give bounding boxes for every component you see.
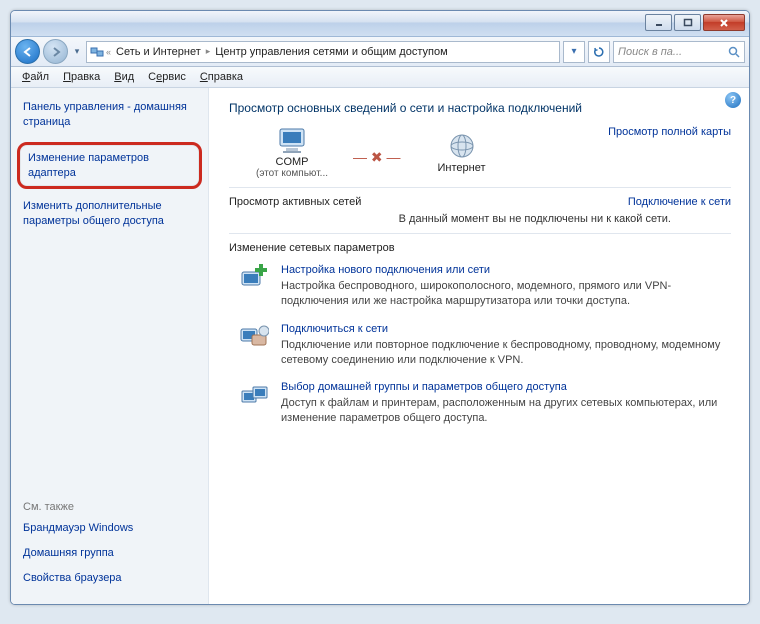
menu-view[interactable]: Вид — [107, 69, 141, 85]
main-panel: ? Просмотр основных сведений о сети и на… — [209, 88, 749, 604]
menubar: Файл Правка Вид Сервис Справка — [11, 67, 749, 88]
connect-network-icon — [239, 323, 269, 353]
search-placeholder: Поиск в па... — [618, 46, 682, 58]
menu-file[interactable]: Файл — [15, 69, 56, 85]
minimize-button[interactable] — [645, 14, 672, 31]
connect-network-link[interactable]: Подключение к сети — [628, 196, 731, 208]
titlebar — [11, 11, 749, 37]
menu-tools[interactable]: Сервис — [141, 69, 193, 85]
option-new-connection[interactable]: Настройка нового подключения или сети На… — [239, 264, 731, 309]
refresh-button[interactable] — [588, 41, 610, 63]
option-homegroup[interactable]: Выбор домашней группы и параметров общег… — [239, 381, 731, 426]
map-node-computer: COMP (этот компьют... — [247, 126, 337, 179]
maximize-button[interactable] — [674, 14, 701, 31]
network-map: COMP (этот компьют... — ✖ — Интернет Про… — [229, 126, 731, 179]
node-label: COMP — [276, 156, 309, 168]
node-label: Интернет — [438, 162, 486, 174]
option-desc: Подключение или повторное подключение к … — [281, 338, 731, 368]
computer-icon — [275, 126, 309, 156]
sidebar-homegroup-link[interactable]: Домашняя группа — [23, 546, 198, 561]
map-node-internet: Интернет — [417, 132, 507, 174]
sidebar-firewall-link[interactable]: Брандмауэр Windows — [23, 521, 198, 536]
window: ▾ « Сеть и Интернет ▸ Центр управления с… — [10, 10, 750, 605]
search-input[interactable]: Поиск в па... — [613, 41, 745, 63]
active-networks-body: В данный момент вы не подключены ни к ка… — [229, 212, 731, 227]
sidebar-adapter-settings[interactable]: Изменение параметров адаптера — [17, 142, 202, 190]
dropdown-button[interactable]: ▾ — [563, 41, 585, 63]
new-connection-icon — [239, 264, 269, 294]
sidebar-sharing-settings[interactable]: Изменить дополнительные параметры общего… — [23, 199, 198, 229]
content-area: Панель управления - домашняя страница Из… — [11, 88, 749, 604]
search-icon — [728, 46, 740, 58]
view-full-map-link[interactable]: Просмотр полной карты — [608, 126, 731, 138]
globe-icon — [447, 132, 477, 162]
option-desc: Настройка беспроводного, широкополосного… — [281, 279, 731, 309]
active-networks-heading: Просмотр активных сетей — [229, 196, 361, 208]
forward-button[interactable] — [43, 39, 68, 64]
address-bar: ▾ « Сеть и Интернет ▸ Центр управления с… — [11, 37, 749, 67]
breadcrumb-chevron-icon: « — [105, 47, 112, 57]
option-connect-network[interactable]: Подключиться к сети Подключение или повт… — [239, 323, 731, 368]
option-title: Выбор домашней группы и параметров общег… — [281, 381, 731, 393]
map-arrow-icon: — ✖ — — [353, 149, 401, 166]
help-icon[interactable]: ? — [725, 92, 741, 108]
sidebar: Панель управления - домашняя страница Из… — [11, 88, 209, 604]
see-also-heading: См. также — [23, 501, 198, 513]
page-title: Просмотр основных сведений о сети и наст… — [229, 100, 731, 116]
breadcrumb-segment[interactable]: Центр управления сетями и общим доступом — [211, 46, 451, 58]
breadcrumb-segment[interactable]: Сеть и Интернет — [112, 46, 205, 58]
menu-help[interactable]: Справка — [193, 69, 250, 85]
sidebar-browser-link[interactable]: Свойства браузера — [23, 571, 198, 586]
location-bar[interactable]: « Сеть и Интернет ▸ Центр управления сет… — [86, 41, 560, 63]
back-button[interactable] — [15, 39, 40, 64]
network-small-icon — [89, 44, 105, 60]
menu-edit[interactable]: Правка — [56, 69, 107, 85]
close-button[interactable] — [703, 14, 745, 31]
option-title: Подключиться к сети — [281, 323, 731, 335]
history-chevron-icon[interactable]: ▾ — [71, 41, 83, 63]
node-sublabel: (этот компьют... — [256, 168, 328, 179]
option-title: Настройка нового подключения или сети — [281, 264, 731, 276]
change-settings-heading: Изменение сетевых параметров — [229, 242, 731, 254]
homegroup-icon — [239, 381, 269, 411]
option-desc: Доступ к файлам и принтерам, расположенн… — [281, 396, 731, 426]
sidebar-home-link[interactable]: Панель управления - домашняя страница — [23, 100, 198, 130]
